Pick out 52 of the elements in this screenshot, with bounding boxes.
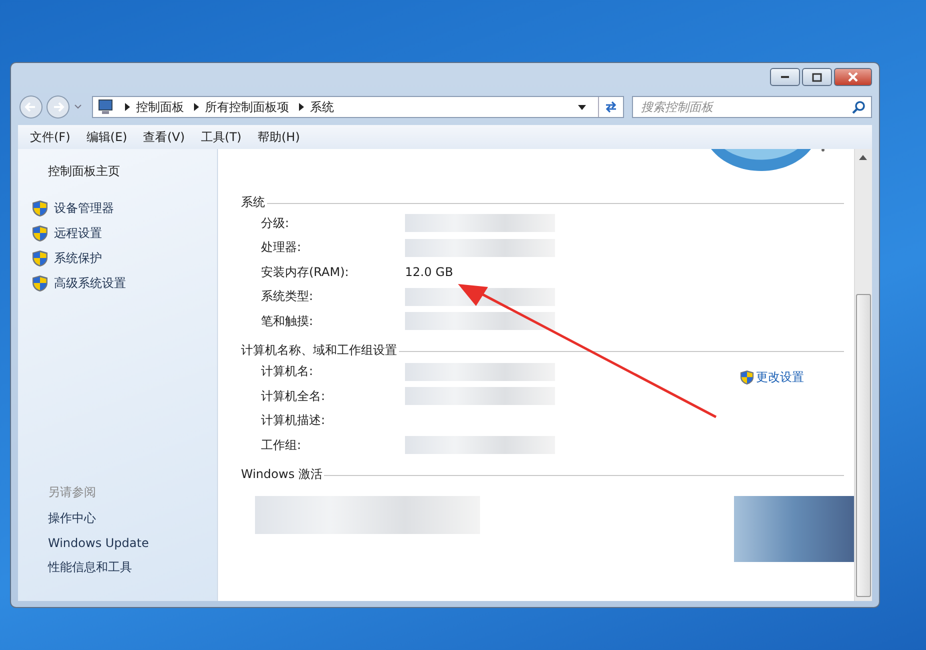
section-title: 系统 bbox=[241, 194, 265, 210]
search-field[interactable]: 搜索控制面板 bbox=[632, 96, 872, 118]
shield-icon bbox=[32, 225, 48, 242]
property-label: 计算机名: bbox=[261, 363, 314, 380]
property-label: 分级: bbox=[261, 214, 290, 232]
sidebar-link[interactable]: 控制面板主页 bbox=[48, 163, 217, 180]
scrollbar[interactable] bbox=[854, 149, 872, 601]
section-title: Windows 激活 bbox=[241, 466, 322, 483]
menu-item[interactable]: 帮助(H) bbox=[250, 128, 308, 146]
menu-item[interactable]: 查看(V) bbox=[135, 128, 193, 146]
shield-icon bbox=[32, 200, 48, 217]
see-also-link[interactable]: 操作中心 bbox=[48, 510, 217, 527]
see-also-heading: 另请参阅 bbox=[48, 484, 97, 501]
change-settings-link[interactable]: 更改设置 bbox=[756, 368, 804, 386]
close-button[interactable] bbox=[834, 68, 872, 86]
minimize-button[interactable] bbox=[770, 68, 800, 86]
property-label: 计算机全名: bbox=[261, 388, 326, 405]
search-icon bbox=[852, 100, 866, 114]
sidebar-link[interactable]: 系统保护 bbox=[54, 250, 102, 267]
shield-icon bbox=[32, 250, 48, 267]
menu-item[interactable]: 工具(T) bbox=[192, 128, 250, 146]
breadcrumb-arrow-icon[interactable] bbox=[194, 103, 199, 111]
breadcrumb-item[interactable]: 所有控制面板项 bbox=[205, 98, 289, 116]
menu-item[interactable]: 文件(F) bbox=[22, 128, 78, 146]
sidebar-link[interactable]: 远程设置 bbox=[54, 225, 102, 242]
see-also-link[interactable]: 性能信息和工具 bbox=[48, 559, 217, 576]
property-value: 12.0 GB bbox=[405, 265, 454, 280]
dropdown-arrow-icon[interactable] bbox=[578, 104, 586, 110]
section-title: 计算机名称、域和工作组设置 bbox=[241, 342, 397, 359]
property-label: 笔和触摸: bbox=[261, 312, 314, 330]
property-label: 安装内存(RAM): bbox=[261, 264, 350, 281]
property-label: 系统类型: bbox=[261, 288, 314, 306]
property-label: 处理器: bbox=[261, 239, 302, 256]
breadcrumb-arrow-icon[interactable] bbox=[299, 103, 304, 111]
breadcrumb-arrow-icon[interactable] bbox=[125, 103, 130, 111]
see-also-link[interactable]: Windows Update bbox=[48, 536, 217, 550]
refresh-icon bbox=[603, 100, 619, 114]
sidebar-link[interactable]: 设备管理器 bbox=[54, 200, 114, 217]
computer-icon bbox=[97, 99, 115, 115]
close-icon bbox=[847, 72, 859, 82]
sidebar-link[interactable]: 高级系统设置 bbox=[54, 275, 126, 292]
maximize-icon bbox=[812, 72, 822, 82]
shield-icon bbox=[32, 275, 48, 292]
property-label: 计算机描述: bbox=[261, 412, 326, 430]
breadcrumb-item[interactable]: 控制面板 bbox=[136, 98, 184, 116]
shield-icon bbox=[740, 370, 754, 384]
breadcrumb-item[interactable]: 系统 bbox=[310, 98, 334, 116]
minimize-icon bbox=[780, 75, 790, 79]
maximize-button[interactable] bbox=[802, 68, 832, 86]
address-bar[interactable]: 控制面板 所有控制面板项 系统 bbox=[92, 96, 624, 118]
property-label: 工作组: bbox=[261, 436, 302, 454]
menu-item[interactable]: 编辑(E) bbox=[78, 128, 136, 146]
